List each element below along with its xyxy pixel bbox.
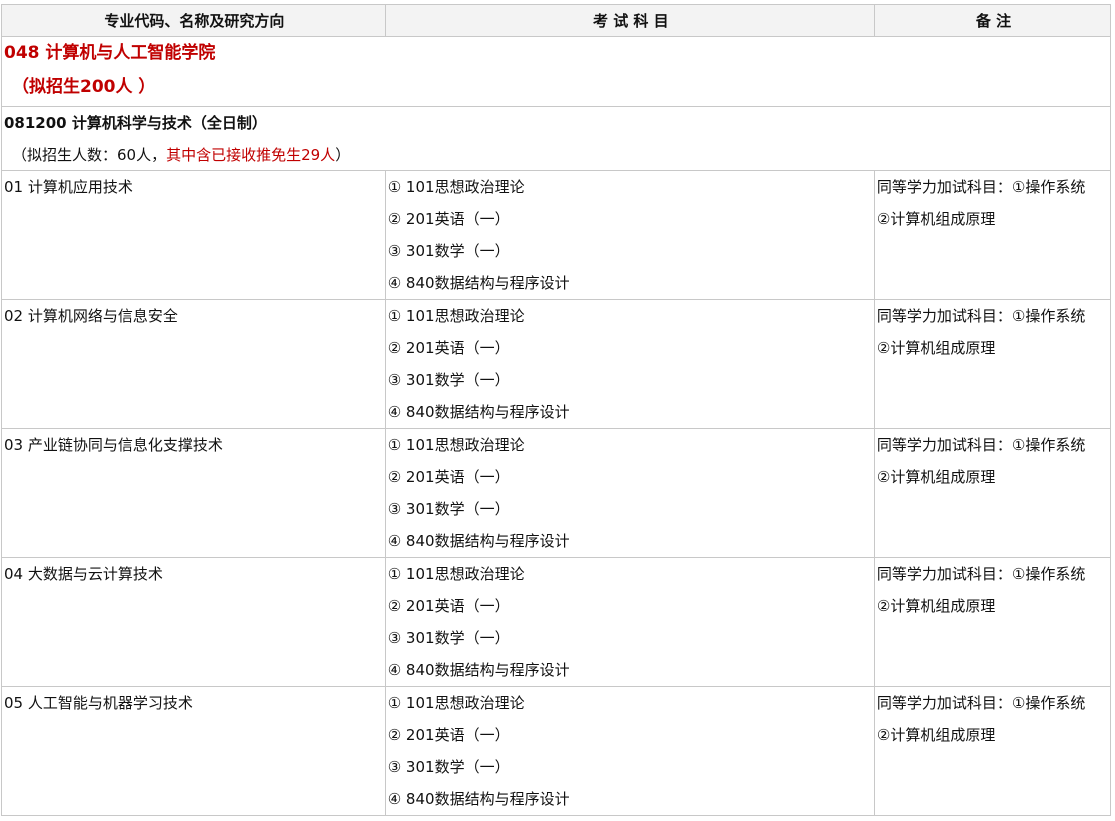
subjects-cell: ① 101思想政治理论 ② 201英语（一） ③ 301数学（一） ④ 840数据结构… bbox=[384, 557, 875, 687]
subjects-cell: ① 101思想政治理论 ② 201英语（一） ③ 301数学（一） ④ 840数据结构… bbox=[384, 428, 875, 558]
subjects-cell: ① 101思想政治理论 ② 201英语（一） ③ 301数学（一） ④ 840数据结构… bbox=[384, 686, 875, 816]
major-enrollment: （拟招生人数：60人，其中含已接收推免生29人） bbox=[4, 132, 1110, 164]
department-cell: 048 计算机与人工智能学院 （拟招生200人 ） bbox=[1, 36, 1111, 107]
direction-name: 01 计算机应用技术 bbox=[4, 178, 133, 196]
remark-line: 同等学力加试科目：①操作系统 bbox=[876, 694, 1086, 712]
exam-subject: ③ 301数学（一） bbox=[387, 629, 510, 647]
remark-line: 同等学力加试科目：①操作系统 bbox=[876, 565, 1086, 583]
exam-subject: ① 101思想政治理论 bbox=[387, 307, 525, 325]
remark-line: ②计算机组成原理 bbox=[876, 726, 996, 744]
major-cell: 081200 计算机科学与技术（全日制） （拟招生人数：60人，其中含已接收推免… bbox=[1, 106, 1111, 171]
header-remarks: 备 注 bbox=[873, 4, 1112, 37]
table-row: 05 人工智能与机器学习技术 ① 101思想政治理论 ② 201英语（一） ③ 301… bbox=[1, 686, 1112, 816]
exam-subject: ① 101思想政治理论 bbox=[387, 565, 525, 583]
admissions-table: 专业代码、名称及研究方向 考 试 科 目 备 注 048 计算机与人工智能学院 … bbox=[1, 4, 1112, 816]
enroll-suffix: ） bbox=[335, 146, 351, 164]
remark-line: ②计算机组成原理 bbox=[876, 597, 996, 615]
remark-line: 同等学力加试科目：①操作系统 bbox=[876, 307, 1086, 325]
exam-subject: ④ 840数据结构与程序设计 bbox=[387, 532, 570, 550]
table-row: 01 计算机应用技术 ① 101思想政治理论 ② 201英语（一） ③ 301数学（一… bbox=[1, 170, 1112, 300]
notes-cell: 同等学力加试科目：①操作系统 ②计算机组成原理 bbox=[873, 557, 1112, 687]
header-major-direction: 专业代码、名称及研究方向 bbox=[1, 4, 386, 37]
direction-cell: 05 人工智能与机器学习技术 bbox=[1, 686, 386, 816]
direction-name: 05 人工智能与机器学习技术 bbox=[4, 694, 193, 712]
exam-subject: ② 201英语（一） bbox=[387, 468, 510, 486]
subjects-cell: ① 101思想政治理论 ② 201英语（一） ③ 301数学（一） ④ 840数据结构… bbox=[384, 299, 875, 429]
exam-subject: ④ 840数据结构与程序设计 bbox=[387, 661, 570, 679]
exam-subject: ① 101思想政治理论 bbox=[387, 178, 525, 196]
exam-subject: ④ 840数据结构与程序设计 bbox=[387, 403, 570, 421]
remark-line: ②计算机组成原理 bbox=[876, 339, 996, 357]
notes-cell: 同等学力加试科目：①操作系统 ②计算机组成原理 bbox=[873, 428, 1112, 558]
table-row: 02 计算机网络与信息安全 ① 101思想政治理论 ② 201英语（一） ③ 301数… bbox=[1, 299, 1112, 429]
major-title: 081200 计算机科学与技术（全日制） bbox=[4, 114, 267, 132]
exam-subject: ② 201英语（一） bbox=[387, 726, 510, 744]
table-row: 04 大数据与云计算技术 ① 101思想政治理论 ② 201英语（一） ③ 301数学… bbox=[1, 557, 1112, 687]
header-exam-subjects: 考 试 科 目 bbox=[384, 4, 875, 37]
table-row: 03 产业链协同与信息化支撑技术 ① 101思想政治理论 ② 201英语（一） ③ 3… bbox=[1, 428, 1112, 558]
exam-subject: ③ 301数学（一） bbox=[387, 371, 510, 389]
direction-cell: 03 产业链协同与信息化支撑技术 bbox=[1, 428, 386, 558]
exam-subject: ③ 301数学（一） bbox=[387, 242, 510, 260]
table-header-row: 专业代码、名称及研究方向 考 试 科 目 备 注 bbox=[1, 4, 1112, 37]
exam-subject: ④ 840数据结构与程序设计 bbox=[387, 790, 570, 808]
remark-line: ②计算机组成原理 bbox=[876, 468, 996, 486]
subjects-cell: ① 101思想政治理论 ② 201英语（一） ③ 301数学（一） ④ 840数据结构… bbox=[384, 170, 875, 300]
direction-cell: 02 计算机网络与信息安全 bbox=[1, 299, 386, 429]
department-name: 048 计算机与人工智能学院 bbox=[4, 43, 216, 63]
remark-line: ②计算机组成原理 bbox=[876, 210, 996, 228]
exam-subject: ① 101思想政治理论 bbox=[387, 694, 525, 712]
notes-cell: 同等学力加试科目：①操作系统 ②计算机组成原理 bbox=[873, 170, 1112, 300]
direction-cell: 01 计算机应用技术 bbox=[1, 170, 386, 300]
enroll-exempt-note: 其中含已接收推免生29人 bbox=[166, 146, 336, 164]
exam-subject: ④ 840数据结构与程序设计 bbox=[387, 274, 570, 292]
direction-name: 04 大数据与云计算技术 bbox=[4, 565, 163, 583]
remark-line: 同等学力加试科目：①操作系统 bbox=[876, 178, 1086, 196]
exam-subject: ② 201英语（一） bbox=[387, 339, 510, 357]
remark-line: 同等学力加试科目：①操作系统 bbox=[876, 436, 1086, 454]
enroll-prefix: （拟招生人数：60人， bbox=[12, 146, 167, 164]
exam-subject: ② 201英语（一） bbox=[387, 597, 510, 615]
notes-cell: 同等学力加试科目：①操作系统 ②计算机组成原理 bbox=[873, 686, 1112, 816]
notes-cell: 同等学力加试科目：①操作系统 ②计算机组成原理 bbox=[873, 299, 1112, 429]
department-row: 048 计算机与人工智能学院 （拟招生200人 ） bbox=[1, 36, 1111, 107]
direction-name: 03 产业链协同与信息化支撑技术 bbox=[4, 436, 223, 454]
exam-subject: ③ 301数学（一） bbox=[387, 500, 510, 518]
directions-body: 01 计算机应用技术 ① 101思想政治理论 ② 201英语（一） ③ 301数学（一… bbox=[1, 170, 1112, 816]
exam-subject: ① 101思想政治理论 bbox=[387, 436, 525, 454]
exam-subject: ③ 301数学（一） bbox=[387, 758, 510, 776]
major-row: 081200 计算机科学与技术（全日制） （拟招生人数：60人，其中含已接收推免… bbox=[1, 106, 1111, 171]
department-enrollment: （拟招生200人 ） bbox=[12, 77, 156, 97]
direction-cell: 04 大数据与云计算技术 bbox=[1, 557, 386, 687]
direction-name: 02 计算机网络与信息安全 bbox=[4, 307, 178, 325]
exam-subject: ② 201英语（一） bbox=[387, 210, 510, 228]
